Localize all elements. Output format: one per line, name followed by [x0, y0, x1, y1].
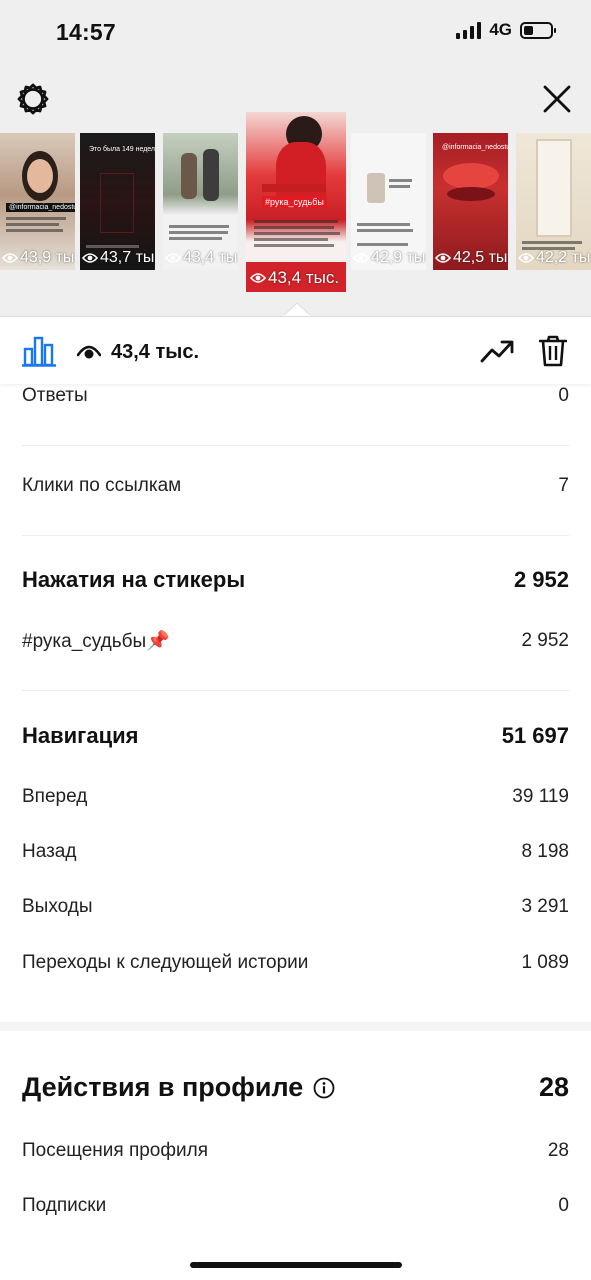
metric-heading-navigation: Навигация 51 697 — [22, 721, 569, 751]
metric-value: 3 291 — [521, 896, 569, 917]
metric-row-replies: Ответы 0 — [22, 384, 569, 408]
metric-label: Ответы — [22, 385, 88, 406]
metric-value: 7 — [558, 475, 569, 496]
story-views: 43,7 ты — [82, 249, 154, 267]
eye-icon — [353, 253, 369, 263]
metric-heading-value: 2 952 — [513, 567, 569, 592]
metric-row-exits: Выходы 3 291 — [22, 895, 569, 919]
info-icon[interactable] — [313, 1077, 335, 1099]
metric-heading-sticker-taps: Нажатия на стикеры 2 952 — [22, 565, 569, 595]
story-caption: Это была 149 неделя... — [89, 146, 155, 153]
metric-heading-value: 51 697 — [501, 723, 569, 748]
metric-heading-value: 28 — [538, 1071, 569, 1102]
gear-icon[interactable] — [16, 82, 50, 116]
metric-label: Подписки — [22, 1195, 107, 1216]
metric-label: Вперед — [22, 786, 88, 807]
metric-heading-label: Действия в профиле — [22, 1072, 335, 1103]
metric-label: Клики по ссылкам — [22, 475, 182, 496]
trend-icon[interactable] — [480, 338, 514, 364]
story-views: 43,4 тыс. — [250, 268, 339, 288]
metric-value: 2 952 — [521, 630, 569, 651]
metric-heading-label: Нажатия на стикеры — [22, 567, 246, 592]
story-views: 43,4 ты — [165, 249, 237, 267]
metric-row-forward: Вперед 39 119 — [22, 785, 569, 809]
metric-label: Переходы к следующей истории — [22, 952, 309, 973]
home-indicator — [190, 1262, 402, 1268]
metric-label: Назад — [22, 841, 77, 862]
network-type: 4G — [489, 20, 512, 39]
metric-label: Посещения профиля — [22, 1140, 208, 1161]
metric-value: 28 — [547, 1140, 569, 1161]
metric-row-next-story: Переходы к следующей истории 1 089 — [22, 951, 569, 975]
story-caption: @informacia_nedostupna — [6, 203, 75, 212]
metric-label: Выходы — [22, 896, 93, 917]
eye-icon — [435, 253, 451, 263]
metric-row-link-clicks: Клики по ссылкам 7 — [22, 474, 569, 498]
metric-value: 1 089 — [521, 952, 569, 973]
story-thumbnail[interactable]: 42,2 ты — [516, 133, 591, 270]
stats-toolbar: 43,4 тыс. — [0, 316, 591, 384]
trash-icon[interactable] — [539, 335, 567, 367]
story-caption: #рука_судьбы — [262, 196, 327, 208]
views-total: 43,4 тыс. — [111, 341, 200, 363]
story-thumbnail[interactable]: 43,4 ты — [163, 133, 238, 270]
story-thumbnail-selected[interactable]: #рука_судьбы 43,4 тыс. — [246, 112, 346, 292]
metric-row-follows: Подписки 0 — [22, 1194, 569, 1218]
story-views: 42,5 ты — [435, 249, 507, 267]
story-strip-area: 14:57 4G @informacia_nedostupna 43,9 ты … — [0, 0, 591, 316]
eye-icon — [165, 253, 181, 263]
eye-icon — [82, 253, 98, 263]
story-views: 42,9 ты — [353, 249, 425, 267]
metric-heading-label: Навигация — [22, 723, 139, 748]
story-views: 42,2 ты — [518, 249, 590, 267]
story-thumbnail[interactable]: @informacia_nedostupna 42,5 ты — [433, 133, 508, 270]
story-thumbnail[interactable]: 42,9 ты — [351, 133, 426, 270]
status-indicators: 4G — [456, 20, 556, 40]
pushpin-icon: 📌 — [146, 631, 170, 652]
selection-pointer — [283, 302, 311, 316]
metric-value: 0 — [558, 1195, 569, 1216]
divider — [22, 535, 569, 536]
eye-icon — [77, 345, 101, 359]
eye-icon — [518, 253, 534, 263]
story-caption: @informacia_nedostupna — [442, 144, 508, 151]
close-icon[interactable] — [540, 82, 574, 116]
story-thumbnail[interactable]: Это была 149 неделя... 43,7 ты — [80, 133, 155, 270]
story-thumbnail[interactable]: @informacia_nedostupna 43,9 ты — [0, 133, 75, 270]
eye-icon — [2, 253, 18, 263]
metric-value: 8 198 — [521, 841, 569, 862]
metric-label: #рука_судьбы📌 — [22, 631, 170, 652]
divider — [22, 690, 569, 691]
signal-icon — [456, 21, 482, 39]
status-time: 14:57 — [56, 19, 116, 45]
metric-row-profile-visits: Посещения профиля 28 — [22, 1139, 569, 1163]
metric-row-sticker-item: #рука_судьбы📌 2 952 — [22, 629, 569, 653]
metric-value: 39 119 — [512, 786, 569, 807]
section-separator — [0, 1022, 591, 1031]
battery-icon — [520, 21, 556, 39]
bar-chart-icon[interactable] — [22, 335, 56, 367]
divider — [22, 445, 569, 446]
eye-icon — [250, 273, 266, 283]
metric-value: 0 — [558, 385, 569, 406]
metric-row-back: Назад 8 198 — [22, 840, 569, 864]
metric-heading-profile-actions: Действия в профиле 28 — [22, 1070, 569, 1104]
story-views: 43,9 ты — [2, 249, 74, 267]
